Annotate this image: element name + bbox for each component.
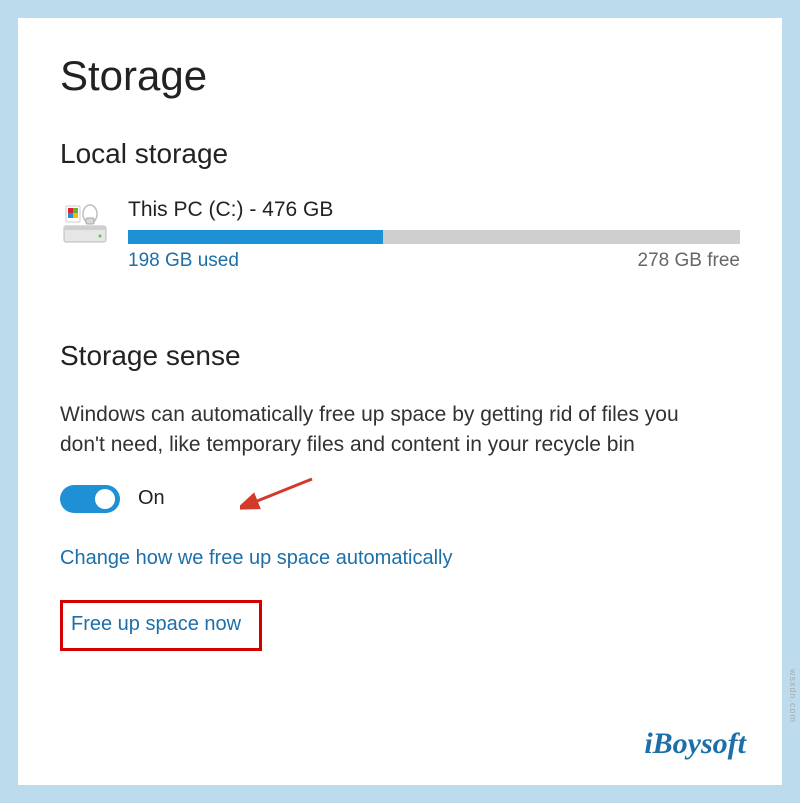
highlight-box: Free up space now xyxy=(60,600,262,651)
storage-settings-panel: Storage Local storage This PC (C:) - 476… xyxy=(18,18,782,785)
free-text: 278 GB free xyxy=(638,250,740,272)
usage-bar-fill xyxy=(128,230,383,244)
drive-icon xyxy=(60,200,110,248)
page-title: Storage xyxy=(60,52,740,100)
toggle-knob xyxy=(95,489,115,509)
usage-legend: 198 GB used 278 GB free xyxy=(128,250,740,272)
local-storage-heading: Local storage xyxy=(60,138,740,170)
storage-sense-heading: Storage sense xyxy=(60,340,740,372)
drive-info: This PC (C:) - 476 GB 198 GB used 278 GB… xyxy=(128,198,740,272)
drive-row[interactable]: This PC (C:) - 476 GB 198 GB used 278 GB… xyxy=(60,198,740,272)
storage-sense-toggle-row: On xyxy=(60,485,740,513)
toggle-state-label: On xyxy=(138,487,165,510)
arrow-annotation-icon xyxy=(240,473,320,518)
source-note: wsxdn.com xyxy=(788,669,798,723)
storage-sense-description: Windows can automatically free up space … xyxy=(60,400,720,461)
storage-sense-toggle[interactable] xyxy=(60,485,120,513)
watermark-logo: iBoysoft xyxy=(644,727,746,761)
usage-bar xyxy=(128,230,740,244)
used-text: 198 GB used xyxy=(128,250,239,272)
drive-label: This PC (C:) - 476 GB xyxy=(128,198,740,222)
change-free-space-link[interactable]: Change how we free up space automaticall… xyxy=(60,547,452,570)
free-up-space-now-link[interactable]: Free up space now xyxy=(71,613,241,636)
